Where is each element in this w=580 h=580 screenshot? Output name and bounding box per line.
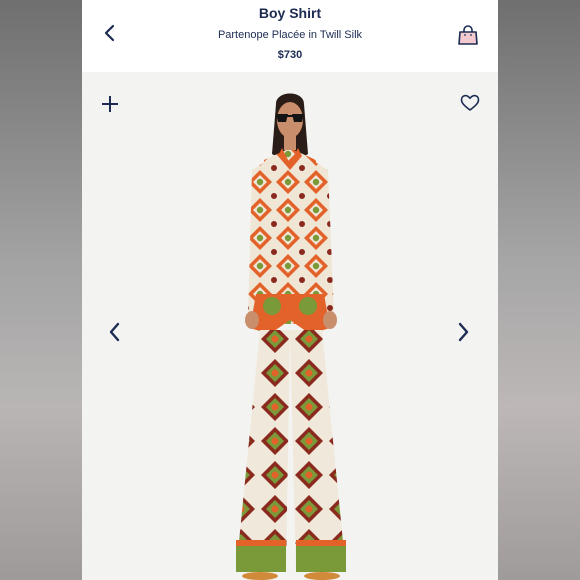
heart-outline-icon xyxy=(460,94,480,111)
product-title: Boy Shirt xyxy=(258,5,322,21)
product-image-gallery[interactable] xyxy=(82,72,498,580)
model-photo xyxy=(236,93,346,580)
product-price: $730 xyxy=(277,49,303,61)
shirt-hem xyxy=(250,294,330,334)
model-right-shoe xyxy=(304,572,340,580)
model-neck xyxy=(284,136,296,150)
shopping-bag-icon xyxy=(458,25,478,45)
favorite-button[interactable] xyxy=(460,94,480,112)
plus-icon xyxy=(102,96,118,112)
product-subtitle: Partenope Placée in Twill Silk xyxy=(217,29,363,41)
chevron-left-icon xyxy=(109,322,120,342)
product-header: Boy Shirt Partenope Placée in Twill Silk… xyxy=(82,0,498,72)
backdrop-right xyxy=(498,0,580,580)
app-screen: Boy Shirt Partenope Placée in Twill Silk… xyxy=(82,0,498,580)
shopping-bag-button[interactable] xyxy=(456,23,480,47)
previous-image-button[interactable] xyxy=(106,320,124,344)
trouser-right-leg xyxy=(290,330,346,572)
next-image-button[interactable] xyxy=(454,320,472,344)
trouser-left-leg xyxy=(236,330,290,572)
add-button[interactable] xyxy=(100,94,120,114)
backdrop-left xyxy=(0,0,82,580)
chevron-right-icon xyxy=(458,322,469,342)
model-left-shoe xyxy=(242,572,278,580)
